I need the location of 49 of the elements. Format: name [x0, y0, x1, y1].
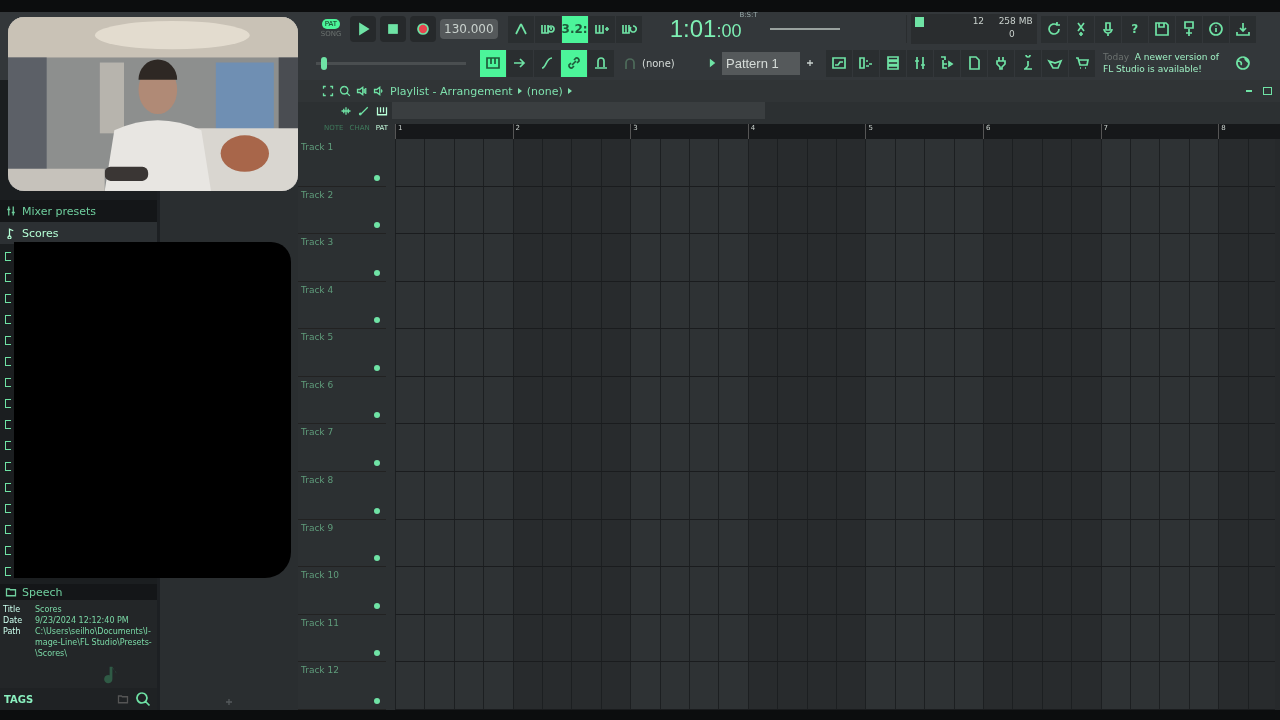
countdown-button[interactable]: 3.2: [561, 15, 588, 43]
browser-item[interactable]: Mixer presets [0, 200, 157, 222]
track-name: Track 12 [301, 665, 339, 676]
browser-item-label: Mixer presets [22, 204, 97, 218]
snap-dropdown[interactable]: (none) [642, 57, 702, 69]
info-value: C:\Users\seilho\Documents\I-mage-Line\FL Studio\Presets-\Scores\ [35, 626, 153, 659]
info-label: Date [3, 615, 24, 626]
memory-usage: 258 MB [998, 16, 1033, 26]
track-header[interactable]: Track 10 [298, 567, 386, 615]
track-header[interactable]: Track 12 [298, 662, 386, 710]
track-header[interactable]: Track 11 [298, 614, 386, 663]
track-header[interactable]: Track 7 [298, 424, 386, 473]
info-label: Path [3, 626, 22, 638]
track-header[interactable]: Track 3 [298, 234, 386, 282]
time-ticks: :00 [716, 21, 742, 42]
pattern-breadcrumb[interactable]: (none) [526, 84, 563, 98]
track-name: Track 10 [301, 570, 339, 581]
browser-item-label: Scores [22, 226, 59, 240]
polyphony-count: 12 [972, 16, 985, 26]
browser-item-label: Speech [22, 585, 63, 599]
browser-item[interactable]: Scores [0, 222, 157, 244]
time-display: 1:01 [669, 15, 717, 43]
track-name: Track 11 [301, 617, 339, 628]
info-value: Scores [35, 604, 63, 615]
track-name: Track 4 [301, 284, 334, 295]
track-name: Track 9 [301, 522, 334, 533]
playlist-title: Playlist - Arrangement [390, 84, 513, 98]
track-header[interactable]: Track 2 [298, 186, 386, 235]
hint-text: Today A newer version of FL Studio is available! [1103, 52, 1219, 74]
track-header[interactable]: Track 6 [298, 376, 386, 425]
track-name: Track 5 [301, 332, 334, 343]
tags-label[interactable]: TAGS [4, 693, 111, 705]
track-header[interactable]: Track 9 [298, 519, 386, 568]
track-name: Track 3 [301, 237, 334, 248]
track-name: Track 7 [301, 427, 334, 438]
pattern-selector[interactable]: Pattern 1 [722, 51, 800, 75]
info-value: 9/23/2024 12:12:40 PM [35, 615, 130, 626]
help-button[interactable]: ? [1121, 15, 1148, 43]
browser-item[interactable]: Speech [0, 584, 157, 600]
track-header[interactable]: Track 5 [298, 329, 386, 377]
tempo-field[interactable]: 130.000 [440, 19, 498, 39]
track-name: Track 1 [301, 142, 334, 152]
track-name: Track 2 [301, 189, 334, 200]
track-name: Track 8 [301, 475, 334, 486]
info-label: Title [3, 604, 22, 615]
voice-count: 0 [1008, 29, 1015, 39]
track-header[interactable]: Track 8 [298, 472, 386, 520]
track-name: Track 6 [301, 379, 334, 390]
track-header[interactable]: Track 4 [298, 281, 386, 330]
